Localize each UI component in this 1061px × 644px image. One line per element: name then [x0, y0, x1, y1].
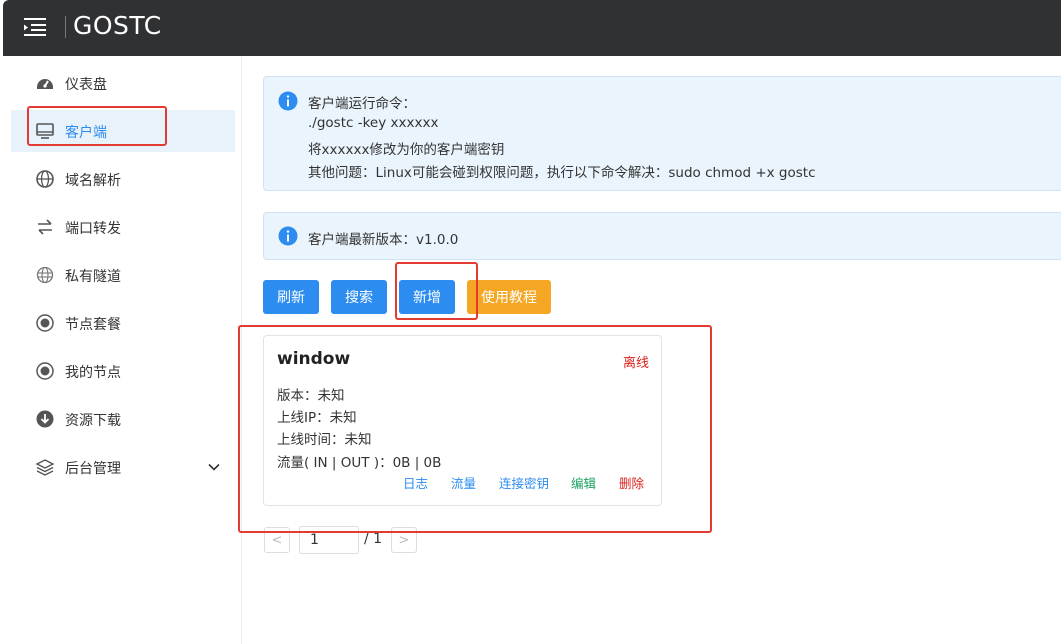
dashboard-icon — [37, 79, 53, 89]
page-number-input[interactable] — [299, 526, 359, 554]
top-header: GOSTC — [3, 0, 1061, 56]
version-alert: 客户端最新版本：v1.0.0 — [263, 212, 1061, 260]
alert-line: ./gostc -key xxxxxx — [308, 115, 439, 131]
traffic-link[interactable]: 流量 — [451, 473, 476, 492]
sidebar-item-domain[interactable]: 域名解析 — [11, 158, 235, 200]
sidebar-item-label: 私有隧道 — [65, 269, 121, 285]
app-root: GOSTC 仪表盘 客户端 域名解析 端口转发 私有隧道 节点套餐 我的节点 资… — [0, 0, 1061, 644]
sidebar-item-label: 客户端 — [65, 125, 107, 141]
refresh-button[interactable]: 刷新 — [263, 280, 319, 314]
client-online-time: 上线时间：未知 — [277, 432, 372, 448]
swap-arrows-icon — [38, 219, 52, 235]
connection-key-link[interactable]: 连接密钥 — [499, 473, 549, 492]
layers-icon — [35, 459, 55, 476]
client-name: window — [277, 349, 351, 369]
alert-line: 客户端运行命令： — [308, 96, 416, 112]
client-traffic: 流量( IN | OUT )：0B | 0B — [277, 455, 442, 471]
client-version: 版本：未知 — [277, 388, 345, 404]
search-button[interactable]: 搜索 — [331, 280, 387, 314]
sidebar-item-node-plans[interactable]: 节点套餐 — [11, 302, 235, 344]
sidebar-item-label: 节点套餐 — [65, 317, 121, 333]
header-divider — [65, 16, 66, 38]
page-total: / 1 — [364, 531, 383, 547]
sidebar-item-label: 后台管理 — [65, 461, 121, 477]
info-icon — [278, 226, 298, 246]
sidebar-item-label: 我的节点 — [65, 365, 121, 381]
sidebar-item-dashboard[interactable]: 仪表盘 — [11, 62, 235, 104]
sidebar-item-admin[interactable]: 后台管理 — [11, 446, 235, 488]
run-command-alert: 客户端运行命令： ./gostc -key xxxxxx 将xxxxxx修改为你… — [263, 76, 1061, 191]
sidebar-item-client[interactable]: 客户端 — [11, 110, 235, 152]
sidebar-item-private-tunnel[interactable]: 私有隧道 — [11, 254, 235, 296]
sidebar-item-downloads[interactable]: 资源下载 — [11, 398, 235, 440]
sidebar-item-label: 仪表盘 — [65, 77, 107, 93]
sidebar-item-label: 端口转发 — [65, 221, 121, 237]
sidebar-item-port-forward[interactable]: 端口转发 — [11, 206, 235, 248]
add-client-button[interactable]: 新增 — [399, 280, 455, 314]
sidebar-item-label: 资源下载 — [65, 413, 121, 429]
alert-line: 其他问题：Linux可能会碰到权限问题，执行以下命令解决：sudo chmod … — [308, 165, 816, 181]
globe-icon — [36, 170, 54, 188]
monitor-icon — [36, 123, 54, 139]
radio-icon — [36, 362, 54, 380]
app-title: GOSTC — [73, 11, 162, 40]
sidebar-item-my-nodes[interactable]: 我的节点 — [11, 350, 235, 392]
log-link[interactable]: 日志 — [403, 473, 428, 492]
client-card: window 离线 版本：未知 上线IP：未知 上线时间：未知 流量( IN |… — [263, 335, 662, 506]
delete-link[interactable]: 删除 — [619, 473, 644, 492]
download-icon — [36, 410, 54, 428]
edit-link[interactable]: 编辑 — [571, 473, 596, 492]
sidebar-item-label: 域名解析 — [65, 173, 121, 189]
info-icon — [278, 91, 298, 111]
radio-icon — [36, 314, 54, 332]
alert-line: 将xxxxxx修改为你的客户端密钥 — [308, 142, 505, 158]
menu-fold-icon[interactable] — [23, 16, 47, 38]
version-text: 客户端最新版本：v1.0.0 — [308, 232, 459, 248]
tutorial-button[interactable]: 使用教程 — [467, 280, 551, 314]
status-badge: 离线 — [622, 356, 649, 371]
network-globe-icon — [36, 266, 54, 284]
prev-page-button[interactable]: < — [264, 527, 290, 553]
chevron-down-icon[interactable] — [207, 460, 221, 474]
sidebar: 仪表盘 客户端 域名解析 端口转发 私有隧道 节点套餐 我的节点 资源下载 后台… — [3, 56, 242, 644]
main-content: 客户端运行命令： ./gostc -key xxxxxx 将xxxxxx修改为你… — [243, 56, 1061, 644]
client-ip: 上线IP：未知 — [277, 410, 357, 426]
next-page-button[interactable]: > — [391, 527, 417, 553]
